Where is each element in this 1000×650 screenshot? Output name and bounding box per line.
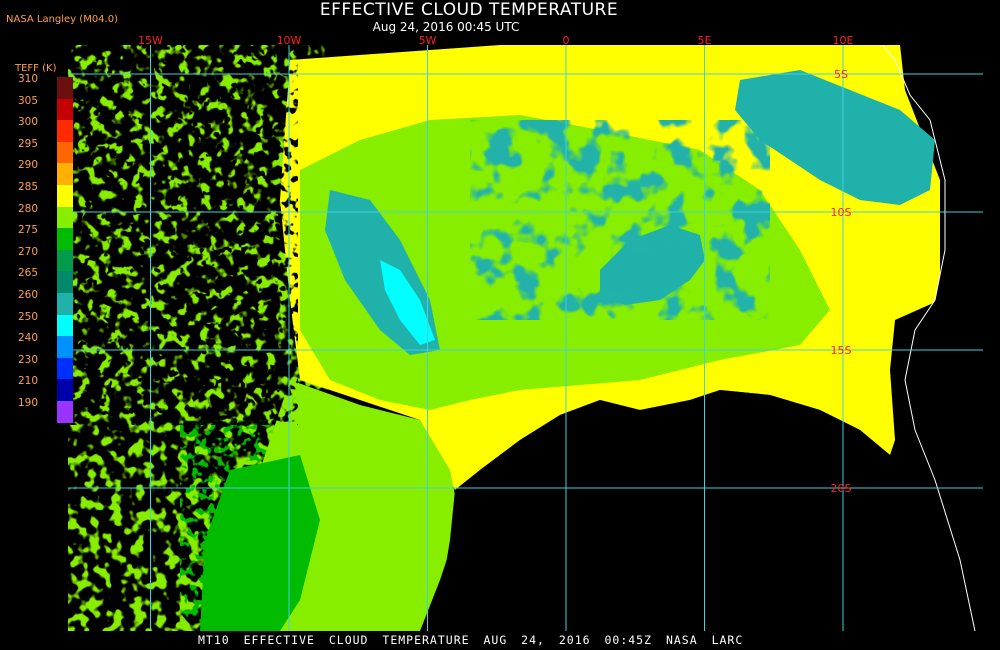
legend-label-305: 305 bbox=[17, 94, 39, 107]
legend-label-250: 250 bbox=[17, 310, 39, 323]
legend-label-260: 260 bbox=[17, 289, 39, 301]
longitude-label-5W: 5W bbox=[419, 34, 437, 47]
legend-label-210: 210 bbox=[17, 375, 39, 388]
legend-swatch-210 bbox=[57, 379, 73, 401]
legend-label-190: 190 bbox=[17, 397, 39, 409]
map-timestamp: Aug 24, 2016 00:45 UTC bbox=[372, 20, 520, 34]
legend-swatch-260 bbox=[57, 293, 73, 315]
legend-swatch-275 bbox=[57, 228, 73, 250]
longitude-label-5E: 5E bbox=[698, 34, 712, 47]
legend-label-265: 265 bbox=[17, 267, 39, 280]
legend-swatch-240 bbox=[57, 336, 73, 358]
legend-swatch-230 bbox=[57, 357, 73, 380]
legend-swatch-285 bbox=[57, 185, 73, 207]
legend-swatch-190 bbox=[57, 401, 73, 423]
legend-label-240: 240 bbox=[17, 332, 39, 345]
image-caption: MT10 EFFECTIVE CLOUD TEMPERATURE AUG 24,… bbox=[198, 633, 744, 647]
cloud-temperature-map: 15W 10W 5W 0 5E 10E 5S 10S 15S 20S bbox=[68, 34, 983, 631]
legend-swatch-295 bbox=[57, 141, 73, 164]
legend-label-230: 230 bbox=[17, 353, 39, 366]
legend-swatch-305 bbox=[57, 98, 73, 121]
longitude-label-10W: 10W bbox=[277, 34, 302, 47]
legend-label-310: 310 bbox=[17, 73, 39, 85]
satellite-map-view: 15W 10W 5W 0 5E 10E 5S 10S 15S 20S NASA Langley (… bbox=[0, 0, 1000, 650]
latitude-label-15S: 15S bbox=[831, 344, 852, 357]
legend-swatch-250 bbox=[57, 314, 73, 337]
open-cell-gaps bbox=[68, 45, 298, 425]
longitude-label-15W: 15W bbox=[138, 34, 163, 47]
longitude-label-0: 0 bbox=[563, 34, 570, 47]
legend-swatch-300 bbox=[57, 120, 73, 142]
longitude-label-10E: 10E bbox=[833, 34, 854, 47]
legend-swatch-310 bbox=[57, 77, 73, 99]
legend-swatch-280 bbox=[57, 206, 73, 229]
cloud-field bbox=[68, 45, 983, 631]
latitude-label-20S: 20S bbox=[831, 482, 852, 495]
legend-label-290: 290 bbox=[17, 159, 39, 172]
legend-swatch-290 bbox=[57, 163, 73, 185]
legend-swatch-265 bbox=[57, 271, 73, 293]
map-title: EFFECTIVE CLOUD TEMPERATURE bbox=[319, 0, 619, 20]
latitude-label-5S: 5S bbox=[834, 68, 848, 81]
legend-label-295: 295 bbox=[17, 137, 39, 150]
legend-label-300: 300 bbox=[17, 116, 39, 129]
legend-label-275: 275 bbox=[17, 224, 39, 237]
legend-label-270: 270 bbox=[17, 245, 39, 258]
scattered-cold-cells bbox=[470, 120, 770, 320]
legend-label-285: 285 bbox=[17, 181, 39, 193]
latitude-label-10S: 10S bbox=[831, 206, 852, 219]
legend-label-280: 280 bbox=[17, 202, 39, 215]
legend-swatch-270 bbox=[57, 249, 73, 272]
